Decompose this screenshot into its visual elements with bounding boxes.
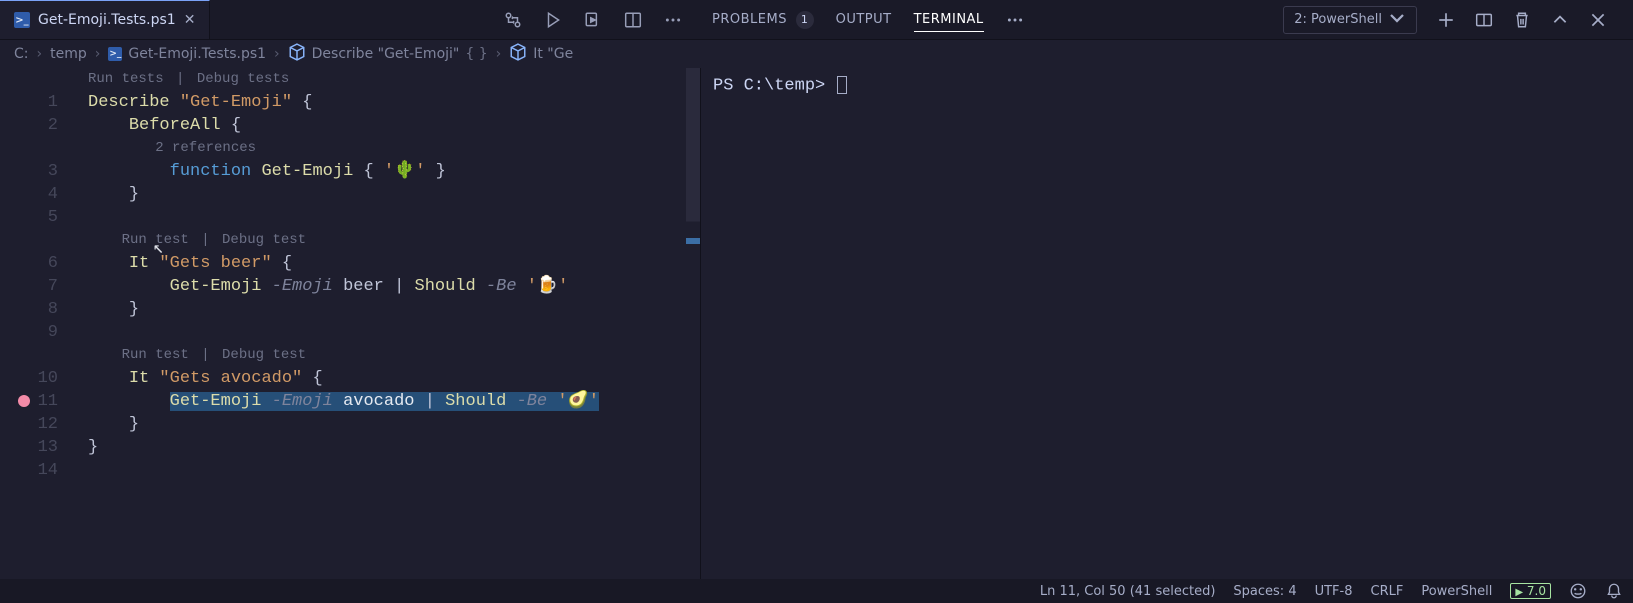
code-content[interactable]: Run tests | Debug tests Describe "Get-Em… bbox=[88, 68, 700, 579]
code-line: Get-Emoji -Emoji beer | Should -Be '🍺' bbox=[88, 275, 700, 298]
breadcrumb-seg[interactable]: >_ Get-Emoji.Tests.ps1 bbox=[108, 46, 266, 62]
codelens: Run test | Debug test bbox=[88, 229, 700, 252]
powershell-file-icon: >_ bbox=[14, 12, 30, 28]
feedback-icon[interactable] bbox=[1569, 582, 1587, 600]
code-line: BeforeAll { bbox=[88, 114, 700, 137]
overview-ruler-marker bbox=[686, 238, 700, 244]
breadcrumb[interactable]: C: › temp › >_ Get-Emoji.Tests.ps1 › Des… bbox=[0, 40, 700, 68]
codelens: Run test | Debug test bbox=[88, 344, 700, 367]
codelens-references[interactable]: 2 references bbox=[155, 137, 256, 160]
more-icon[interactable] bbox=[664, 11, 682, 29]
terminal-cursor bbox=[837, 76, 847, 94]
breakpoint-icon[interactable] bbox=[18, 395, 30, 407]
code-line bbox=[88, 321, 700, 344]
editor-toolbar bbox=[504, 0, 700, 39]
status-indent[interactable]: Spaces: 4 bbox=[1233, 584, 1296, 599]
codelens-debug-test[interactable]: Debug test bbox=[222, 229, 306, 252]
chevron-right-icon: › bbox=[496, 46, 502, 62]
status-encoding[interactable]: UTF-8 bbox=[1315, 584, 1353, 599]
chevron-right-icon: › bbox=[95, 46, 101, 62]
code-line: } bbox=[88, 413, 700, 436]
split-editor-icon[interactable] bbox=[624, 11, 642, 29]
git-compare-icon[interactable] bbox=[504, 11, 522, 29]
code-line: } bbox=[88, 298, 700, 321]
line-gutter: 1 2 3 4 5 6 7 8 9 10 11 12 13 14 bbox=[0, 68, 88, 579]
tab-problems[interactable]: PROBLEMS 1 bbox=[712, 7, 814, 33]
run-icon[interactable] bbox=[544, 11, 562, 29]
tab-output[interactable]: OUTPUT bbox=[836, 8, 892, 31]
terminal-prompt: PS C:\temp> bbox=[713, 76, 835, 95]
terminal-actions: 2: PowerShell bbox=[1283, 6, 1621, 34]
status-eol[interactable]: CRLF bbox=[1371, 584, 1404, 599]
status-bar: Ln 11, Col 50 (41 selected) Spaces: 4 UT… bbox=[0, 579, 1633, 603]
notifications-icon[interactable] bbox=[1605, 582, 1623, 600]
status-cursor-position[interactable]: Ln 11, Col 50 (41 selected) bbox=[1040, 584, 1216, 599]
code-line: Describe "Get-Emoji" { bbox=[88, 91, 700, 114]
breadcrumb-symbol[interactable]: It "Ge bbox=[509, 43, 573, 65]
terminal-panel[interactable]: PS C:\temp> bbox=[700, 68, 1633, 579]
code-line bbox=[88, 206, 700, 229]
code-line: } bbox=[88, 183, 700, 206]
close-icon[interactable]: ✕ bbox=[184, 12, 196, 28]
codelens-debug-test[interactable]: Debug test bbox=[222, 344, 306, 367]
codelens: Run tests | Debug tests bbox=[88, 68, 700, 91]
codelens-debug-tests[interactable]: Debug tests bbox=[197, 68, 289, 91]
code-line bbox=[88, 459, 700, 482]
breadcrumb-symbol[interactable]: Describe "Get-Emoji" { } bbox=[288, 43, 488, 65]
close-panel-icon[interactable] bbox=[1589, 11, 1607, 29]
split-terminal-icon[interactable] bbox=[1475, 11, 1493, 29]
code-line: It "Gets beer" { bbox=[88, 252, 700, 275]
panel-tabs: PROBLEMS 1 OUTPUT TERMINAL 2: PowerShell bbox=[700, 0, 1633, 39]
symbol-icon bbox=[288, 43, 306, 65]
tab-terminal[interactable]: TERMINAL bbox=[914, 8, 984, 32]
breadcrumb-seg[interactable]: C: bbox=[14, 46, 29, 62]
mouse-cursor-icon: ↖ bbox=[153, 238, 164, 261]
status-language[interactable]: PowerShell bbox=[1421, 584, 1492, 599]
chevron-down-icon bbox=[1388, 9, 1406, 31]
codelens-run-test[interactable]: Run test bbox=[122, 344, 189, 367]
powershell-file-icon: >_ bbox=[108, 47, 122, 61]
minimap[interactable] bbox=[686, 68, 700, 579]
run-selection-icon[interactable] bbox=[584, 11, 602, 29]
status-ps-version[interactable]: ▶ 7.0 bbox=[1510, 583, 1551, 599]
chevron-right-icon: › bbox=[37, 46, 43, 62]
trash-icon[interactable] bbox=[1513, 11, 1531, 29]
codelens-run-tests[interactable]: Run tests bbox=[88, 68, 164, 91]
more-icon[interactable] bbox=[1006, 11, 1024, 29]
code-line: } bbox=[88, 436, 700, 459]
codelens: 2 references bbox=[88, 137, 700, 160]
maximize-panel-icon[interactable] bbox=[1551, 11, 1569, 29]
breadcrumb-seg[interactable]: temp bbox=[50, 46, 87, 62]
code-editor[interactable]: 1 2 3 4 5 6 7 8 9 10 11 12 13 14 Run tes… bbox=[0, 68, 700, 579]
new-terminal-icon[interactable] bbox=[1437, 11, 1455, 29]
symbol-icon bbox=[509, 43, 527, 65]
terminal-selector[interactable]: 2: PowerShell bbox=[1283, 6, 1417, 34]
chevron-right-icon: › bbox=[274, 46, 280, 62]
title-bar: >_ Get-Emoji.Tests.ps1 ✕ PROBLEMS bbox=[0, 0, 1633, 40]
problems-count-badge: 1 bbox=[796, 11, 814, 29]
code-line: function Get-Emoji { '🌵' } bbox=[88, 160, 700, 183]
tab-file[interactable]: >_ Get-Emoji.Tests.ps1 ✕ bbox=[0, 0, 210, 39]
editor-tabs: >_ Get-Emoji.Tests.ps1 ✕ bbox=[0, 0, 700, 39]
tab-filename: Get-Emoji.Tests.ps1 bbox=[38, 12, 176, 28]
code-line: It "Gets avocado" { bbox=[88, 367, 700, 390]
code-line: Get-Emoji -Emoji avocado | Should -Be '🥑… bbox=[88, 390, 700, 413]
main-area: 1 2 3 4 5 6 7 8 9 10 11 12 13 14 Run tes… bbox=[0, 68, 1633, 579]
